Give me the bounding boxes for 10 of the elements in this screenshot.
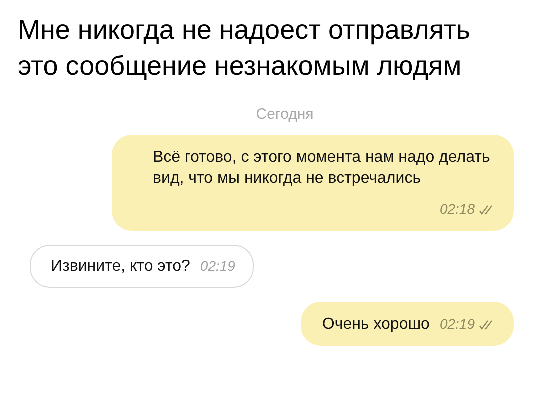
double-check-icon (479, 320, 493, 330)
message-text: Извините, кто это? (51, 257, 190, 277)
caption-text: Мне никогда не надоест отправлять это сообщение незнакомым людям (18, 14, 472, 83)
message-text: Очень хорошо (322, 315, 430, 335)
message-text: Всё готово, с этого момента нам надо делать вид, что мы никогда не встречались (153, 148, 492, 189)
double-check-icon (479, 204, 493, 214)
date-label: Сегодня (256, 106, 314, 123)
message-time: 02:19 (200, 257, 236, 276)
message-time: 02:19 (440, 315, 475, 334)
message-time: 02:18 (440, 200, 475, 219)
